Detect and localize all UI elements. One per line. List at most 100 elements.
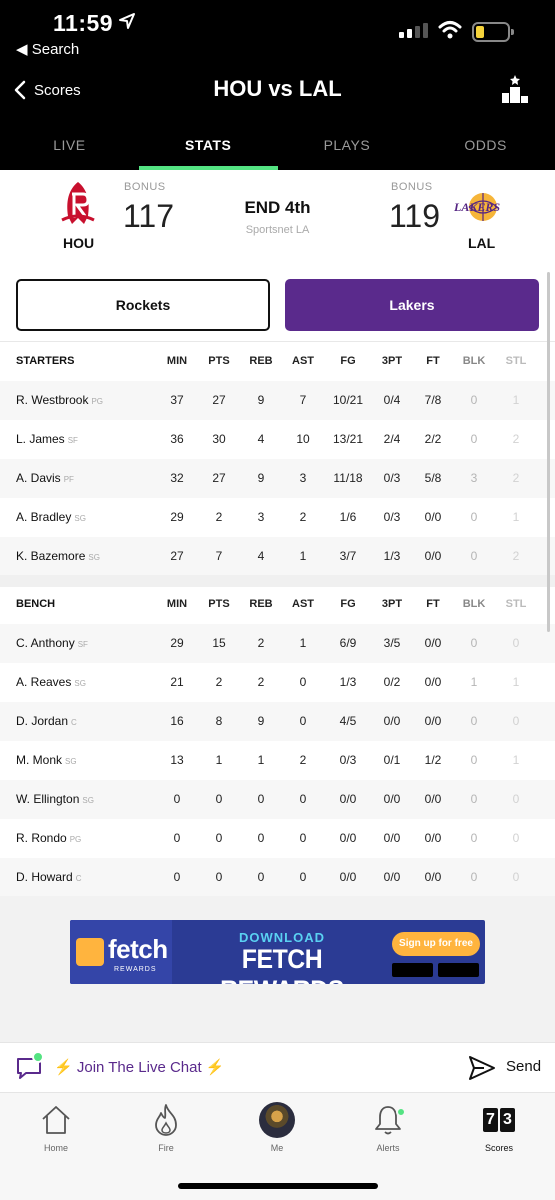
join-live-chat-label: Join The Live Chat — [76, 1059, 202, 1076]
player-position: SF — [77, 640, 88, 649]
stat-cell: 16 — [170, 714, 184, 728]
stat-cell: 0/0 — [383, 831, 401, 845]
stat-cell: 37 — [170, 393, 184, 407]
player-name[interactable]: K. Bazemore SG — [16, 537, 100, 575]
rockets-team-button[interactable]: Rockets — [16, 279, 270, 331]
column-header: PTS — [208, 598, 230, 610]
stat-cell: 4 — [257, 549, 265, 563]
player-name-text: K. Bazemore — [16, 549, 86, 563]
scrollbar[interactable] — [547, 272, 550, 632]
tab-live[interactable]: LIVE — [0, 130, 139, 170]
player-name[interactable]: R. Westbrook PG — [16, 381, 103, 421]
player-name[interactable]: W. Ellington SG — [16, 780, 94, 820]
ad-cta-button[interactable]: Sign up for free — [392, 932, 480, 956]
stat-cell: 27 — [170, 549, 184, 563]
send-icon[interactable] — [468, 1055, 496, 1081]
player-row[interactable]: R. Rondo PG 0 0 0 0 0/0 0/0 0/0 0 0 — [0, 819, 555, 858]
player-name[interactable]: M. Monk SG — [16, 741, 77, 781]
scores-back-button[interactable]: Scores — [14, 80, 81, 100]
join-live-chat-link[interactable]: ⚡ Join The Live Chat ⚡ — [54, 1058, 225, 1076]
player-name[interactable]: A. Reaves SG — [16, 663, 86, 703]
google-play-badge[interactable] — [438, 963, 479, 977]
stat-cell: 0/0 — [424, 510, 442, 524]
scoreboard-card: HOU BONUS 117 END 4th Sportsnet LA BONUS… — [0, 170, 555, 263]
send-button[interactable]: Send — [506, 1058, 541, 1075]
lightning-icon: ⚡ — [205, 1059, 225, 1076]
stat-cell: 1/2 — [424, 753, 442, 767]
player-row[interactable]: A. Davis PF 32 27 9 3 11/18 0/3 5/8 3 2 — [0, 459, 555, 498]
stat-cell: 0 — [173, 870, 181, 884]
leaderboard-icon[interactable] — [500, 74, 530, 104]
tab-home[interactable]: Home — [16, 1101, 96, 1153]
player-row[interactable]: D. Jordan C 16 8 9 0 4/5 0/0 0/0 0 0 — [0, 702, 555, 741]
section-divider — [0, 575, 555, 587]
stat-cell: 4/5 — [339, 714, 357, 728]
stat-cell: 0 — [215, 831, 223, 845]
stat-cell: 27 — [212, 471, 226, 485]
back-to-search-link[interactable]: ◀ Search — [16, 40, 79, 58]
tab-fire[interactable]: Fire — [126, 1101, 206, 1153]
tab-alerts[interactable]: Alerts — [348, 1101, 428, 1153]
stat-cell: 1 — [299, 549, 307, 563]
player-row[interactable]: A. Reaves SG 21 2 2 0 1/3 0/2 0/0 1 1 — [0, 663, 555, 702]
player-name[interactable]: D. Jordan C — [16, 702, 77, 742]
player-name[interactable]: A. Bradley SG — [16, 498, 86, 538]
away-score: 119 — [389, 198, 441, 234]
stat-cell: 1 — [257, 753, 265, 767]
tab-scores[interactable]: 7 3 Scores — [459, 1101, 539, 1153]
tab-odds[interactable]: ODDS — [416, 130, 555, 170]
player-name[interactable]: C. Anthony SF — [16, 624, 88, 664]
stat-cell: 0 — [470, 714, 478, 728]
player-row[interactable]: W. Ellington SG 0 0 0 0 0/0 0/0 0/0 0 0 — [0, 780, 555, 819]
stat-cell: 5/8 — [424, 471, 442, 485]
tab-plays[interactable]: PLAYS — [278, 130, 417, 170]
fetch-rewards-ad[interactable]: fetch REWARDS DOWNLOAD FETCH REWARDS Sig… — [70, 920, 485, 984]
player-name[interactable]: D. Howard C — [16, 858, 81, 896]
player-name[interactable]: R. Rondo PG — [16, 819, 81, 859]
stat-cell: 0 — [470, 510, 478, 524]
player-name[interactable]: A. Davis PF — [16, 459, 74, 499]
stat-cell: 10 — [296, 432, 310, 446]
lakers-team-button[interactable]: Lakers — [285, 279, 539, 331]
player-row[interactable]: M. Monk SG 13 1 1 2 0/3 0/1 1/2 0 1 — [0, 741, 555, 780]
tab-stats[interactable]: STATS — [138, 130, 278, 170]
stat-cell: 1 — [470, 675, 478, 689]
stat-cell: 1 — [215, 753, 223, 767]
lightning-icon: ⚡ — [54, 1059, 73, 1076]
stat-cell: 0/2 — [383, 675, 401, 689]
stat-cell: 0 — [512, 792, 520, 806]
stat-cell: 0/0 — [383, 870, 401, 884]
ad-container: fetch REWARDS DOWNLOAD FETCH REWARDS Sig… — [0, 896, 555, 1008]
player-row[interactable]: L. James SF 36 30 4 10 13/21 2/4 2/2 0 2 — [0, 420, 555, 459]
fetch-dog-icon — [76, 938, 104, 966]
player-name[interactable]: L. James SF — [16, 420, 78, 460]
player-position: PF — [63, 475, 74, 484]
stat-cell: 0 — [257, 792, 265, 806]
home-team-abbr: HOU — [63, 235, 95, 251]
player-row[interactable]: R. Westbrook PG 37 27 9 7 10/21 0/4 7/8 0 1 — [0, 381, 555, 420]
player-row[interactable]: C. Anthony SF 29 15 2 1 6/9 3/5 0/0 0 0 — [0, 624, 555, 663]
player-row[interactable]: D. Howard C 0 0 0 0 0/0 0/0 0/0 0 0 — [0, 858, 555, 896]
stat-cell: 0 — [299, 675, 307, 689]
wifi-icon — [438, 21, 462, 39]
stat-cell: 2 — [257, 675, 265, 689]
column-header: FG — [340, 598, 356, 610]
stat-cell: 0 — [299, 870, 307, 884]
home-indicator[interactable] — [178, 1183, 378, 1189]
player-position: SG — [88, 553, 100, 562]
bench-table: BENCH MIN PTS REB AST FG 3PT FT BLK STL C. Antho… — [0, 587, 555, 896]
location-arrow-icon — [119, 13, 135, 29]
tab-me-label: Me — [270, 1143, 284, 1153]
player-row[interactable]: K. Bazemore SG 27 7 4 1 3/7 1/3 0/0 0 2 — [0, 537, 555, 575]
player-row[interactable]: A. Bradley SG 29 2 3 2 1/6 0/3 0/0 0 1 — [0, 498, 555, 537]
tab-me[interactable]: Me — [237, 1101, 317, 1153]
stat-cell: 0/0 — [424, 549, 442, 563]
starters-section-label: STARTERS — [16, 355, 75, 367]
column-header: AST — [292, 355, 314, 367]
app-store-badge[interactable] — [392, 963, 433, 977]
stat-cell: 0 — [215, 792, 223, 806]
stat-cell: 1 — [512, 675, 520, 689]
stat-cell: 0 — [257, 870, 265, 884]
stat-cell: 0 — [173, 792, 181, 806]
stat-cell: 0/0 — [339, 792, 357, 806]
